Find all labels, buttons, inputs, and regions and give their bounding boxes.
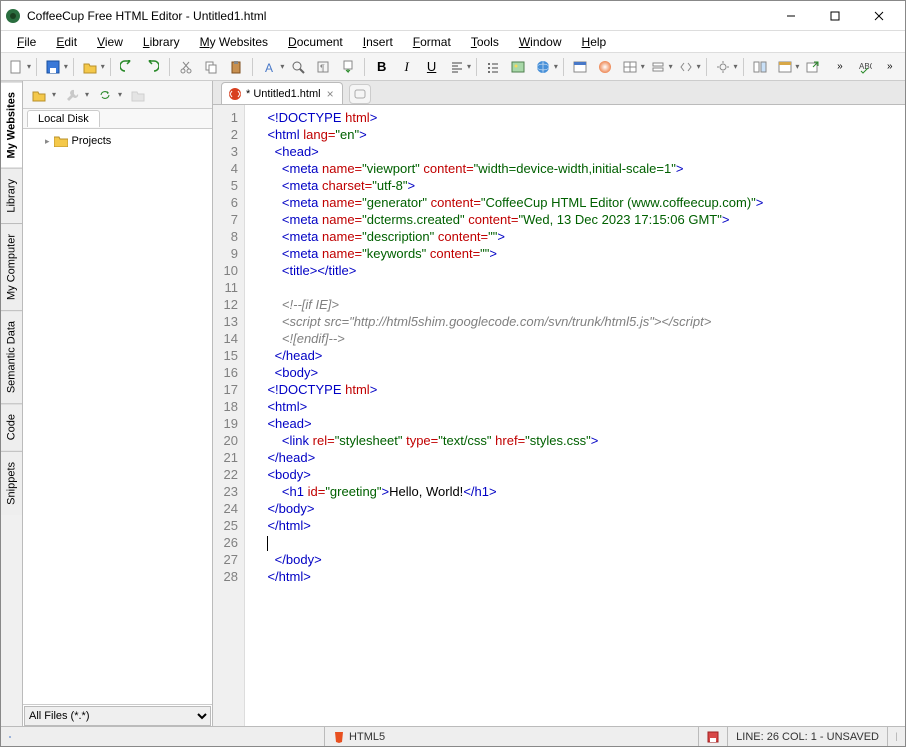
titlebar: CoffeeCup Free HTML Editor - Untitled1.h… — [1, 1, 905, 31]
file-tab[interactable]: * Untitled1.html × — [221, 82, 343, 104]
font-button[interactable]: A — [258, 56, 281, 78]
menu-insert[interactable]: Insert — [355, 33, 401, 51]
side-panel: ▾ ▾ ▾ Local Disk ▸ Projects All Files (*… — [23, 81, 213, 726]
script-button[interactable] — [675, 56, 698, 78]
sidetab-semantic-data[interactable]: Semantic Data — [1, 310, 22, 403]
file-filter: All Files (*.*) — [23, 704, 212, 726]
status-end-icon[interactable] — [887, 727, 905, 746]
underline-button[interactable]: U — [420, 56, 443, 78]
open-button[interactable] — [79, 56, 102, 78]
undo-button[interactable] — [116, 56, 139, 78]
code-editor[interactable]: <!DOCTYPE html> <html lang="en"> <head> … — [245, 105, 905, 726]
table-button[interactable] — [619, 56, 642, 78]
folder-up-button[interactable] — [27, 84, 51, 106]
menu-tools[interactable]: Tools — [463, 33, 507, 51]
tab-label: * Untitled1.html — [246, 88, 321, 100]
sidetab-my-computer[interactable]: My Computer — [1, 223, 22, 310]
settings-button[interactable] — [712, 56, 735, 78]
tab-close-icon[interactable]: × — [325, 87, 336, 101]
menu-window[interactable]: Window — [511, 33, 570, 51]
editor-area: * Untitled1.html × 123456789101112131415… — [213, 81, 905, 726]
external-button[interactable] — [801, 56, 824, 78]
sidetab-snippets[interactable]: Snippets — [1, 451, 22, 515]
new-tab-button[interactable] — [349, 84, 371, 104]
list-button[interactable] — [482, 56, 505, 78]
spellcheck-button[interactable]: ABC — [853, 56, 876, 78]
find-button[interactable] — [286, 56, 309, 78]
overflow2-button[interactable]: » — [878, 56, 901, 78]
tree-item-label: Projects — [72, 135, 112, 147]
side-panel-toolbar: ▾ ▾ ▾ — [23, 81, 212, 109]
menu-edit[interactable]: Edit — [48, 33, 85, 51]
cut-button[interactable] — [175, 56, 198, 78]
tree-item[interactable]: ▸ Projects — [27, 133, 208, 149]
local-disk-tab[interactable]: Local Disk — [27, 110, 100, 127]
new-button[interactable] — [5, 56, 28, 78]
status-lang[interactable]: HTML5 — [324, 727, 393, 746]
app-icon — [5, 8, 21, 24]
minimize-button[interactable] — [769, 2, 813, 30]
maximize-button[interactable] — [813, 2, 857, 30]
status-start-icon[interactable] — [1, 727, 19, 746]
svg-text:¶: ¶ — [320, 63, 325, 73]
menu-my-websites[interactable]: My Websites — [192, 33, 276, 51]
plus-icon — [354, 89, 366, 99]
sidetab-code[interactable]: Code — [1, 403, 22, 450]
bold-button[interactable]: B — [370, 56, 393, 78]
image-button[interactable] — [507, 56, 530, 78]
html5-icon — [333, 731, 345, 743]
preview-button[interactable] — [569, 56, 592, 78]
copy-button[interactable] — [200, 56, 223, 78]
sidetab-my-websites[interactable]: My Websites — [1, 81, 22, 168]
align-button[interactable] — [445, 56, 468, 78]
color-button[interactable] — [594, 56, 617, 78]
redo-button[interactable] — [141, 56, 164, 78]
menu-file[interactable]: File — [9, 33, 44, 51]
side-panel-tabbar: Local Disk — [23, 109, 212, 129]
tab-bar: * Untitled1.html × — [213, 81, 905, 105]
svg-text:A: A — [265, 61, 273, 74]
window-title: CoffeeCup Free HTML Editor - Untitled1.h… — [27, 9, 769, 23]
svg-text:ABC: ABC — [859, 62, 872, 71]
menu-view[interactable]: View — [89, 33, 131, 51]
download-button[interactable] — [336, 56, 359, 78]
menubar: FileEditViewLibraryMy WebsitesDocumentIn… — [1, 31, 905, 53]
html-icon — [228, 87, 242, 101]
paste-button[interactable] — [225, 56, 248, 78]
folder-icon — [54, 135, 68, 147]
close-button[interactable] — [857, 2, 901, 30]
line-gutter: 1234567891011121314151617181920212223242… — [213, 105, 245, 726]
toolbar: ▾ ▾ ▾ A▾ ¶ B I U ▾ ▾ ▾ ▾ ▾ ▾ ▾ » ABC » — [1, 53, 905, 81]
statusbar: HTML5 LINE: 26 COL: 1 - UNSAVED — [1, 726, 905, 746]
menu-document[interactable]: Document — [280, 33, 351, 51]
file-tree[interactable]: ▸ Projects — [23, 129, 212, 704]
split-button[interactable] — [749, 56, 772, 78]
status-save-icon[interactable] — [698, 727, 727, 746]
sidetab-library[interactable]: Library — [1, 168, 22, 223]
tools-button[interactable] — [60, 84, 84, 106]
italic-button[interactable]: I — [395, 56, 418, 78]
filter-select[interactable]: All Files (*.*) — [24, 706, 211, 726]
browser-button[interactable] — [773, 56, 796, 78]
menu-help[interactable]: Help — [574, 33, 615, 51]
link-button[interactable] — [532, 56, 555, 78]
menu-format[interactable]: Format — [405, 33, 459, 51]
new-folder-button[interactable] — [126, 84, 150, 106]
menu-library[interactable]: Library — [135, 33, 188, 51]
form-button[interactable] — [647, 56, 670, 78]
status-position: LINE: 26 COL: 1 - UNSAVED — [727, 727, 887, 746]
overflow-button[interactable]: » — [828, 56, 851, 78]
replace-button[interactable]: ¶ — [311, 56, 334, 78]
save-button[interactable] — [42, 56, 65, 78]
refresh-button[interactable] — [93, 84, 117, 106]
side-tabs: My WebsitesLibraryMy ComputerSemantic Da… — [1, 81, 23, 726]
